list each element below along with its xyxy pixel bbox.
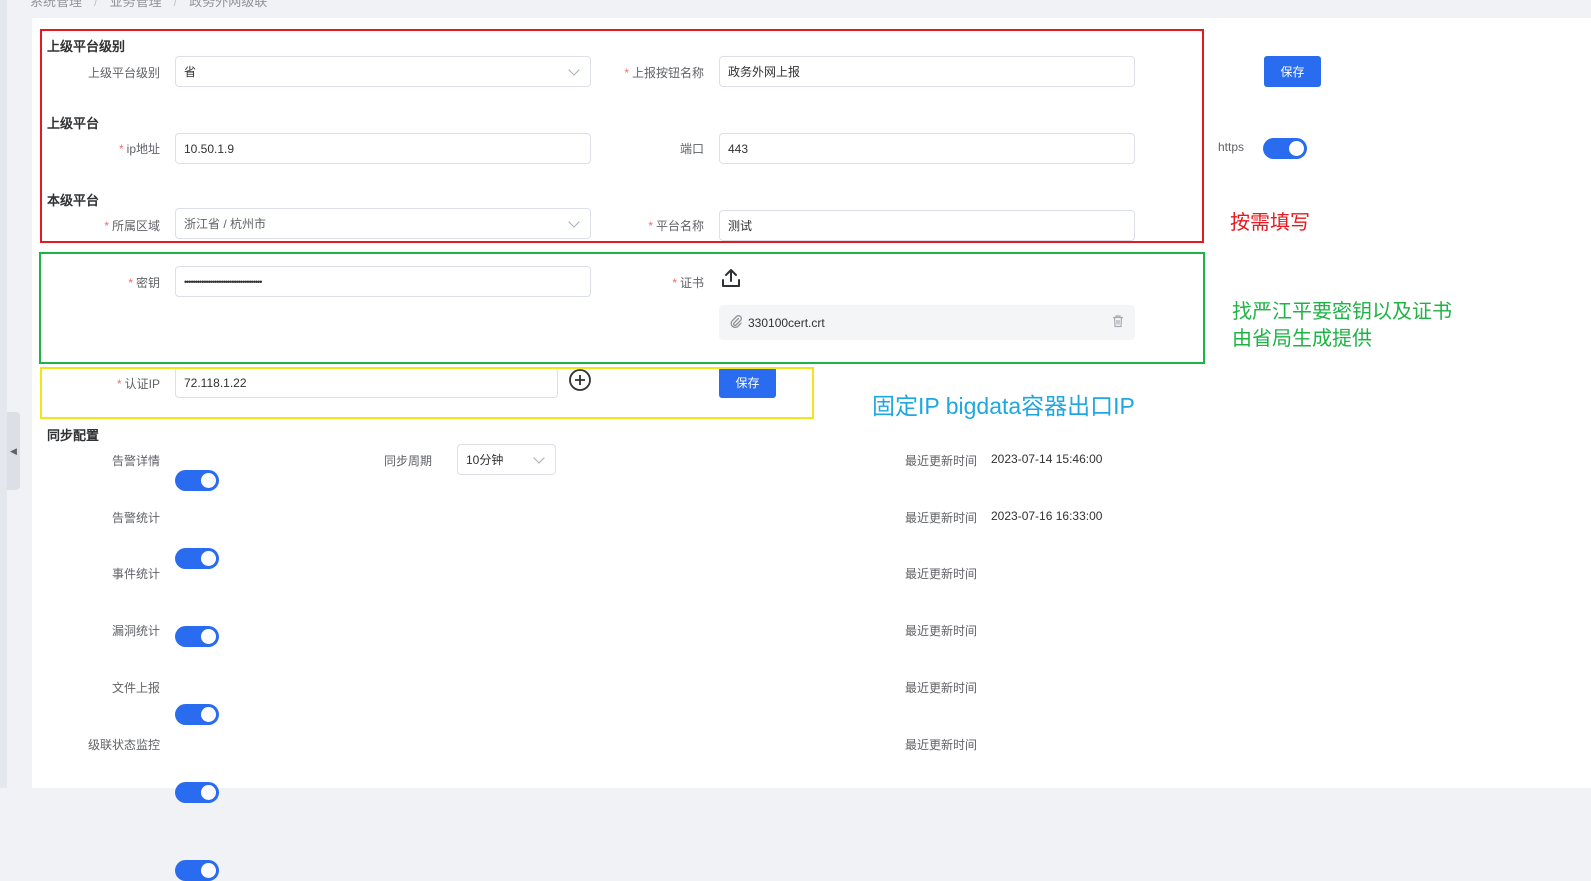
sync-item-label: 告警详情: [111, 454, 160, 468]
section-title-sync: 同步配置: [47, 428, 100, 443]
breadcrumb-item-system[interactable]: 系统管理: [30, 0, 82, 9]
sync-item-label: 事件统计: [111, 567, 160, 581]
last-update-label: 最近更新时间: [905, 567, 978, 581]
sync-toggle-file-report[interactable]: [175, 782, 219, 803]
annotation-box-red: [40, 29, 1204, 243]
breadcrumb: 系统管理 / 业务管理 / 政务外网级联: [30, 0, 267, 10]
sync-toggle-alert-stats[interactable]: [175, 548, 219, 569]
sync-item-label: 漏洞统计: [111, 624, 160, 638]
last-update-label: 最近更新时间: [905, 681, 978, 695]
sync-item-label: 级联状态监控: [87, 738, 160, 752]
sync-item-label: 告警统计: [111, 511, 160, 525]
sync-item-label: 文件上报: [111, 681, 160, 695]
chevron-down-icon: [533, 451, 545, 464]
sync-toggle-vuln-stats[interactable]: [175, 704, 219, 725]
sidebar-collapse-handle[interactable]: ◀: [7, 412, 20, 490]
sync-period-value: 10分钟: [466, 453, 504, 467]
collapse-arrow-icon: ◀: [10, 445, 17, 456]
last-update-value: 2023-07-16 16:33:00: [991, 509, 1103, 523]
https-label: https: [1218, 140, 1245, 154]
annotation-note-green-2: 由省局生成提供: [1232, 328, 1372, 350]
annotation-note-blue: 固定IP bigdata容器出口IP: [872, 393, 1135, 419]
breadcrumb-item-business[interactable]: 业务管理: [110, 0, 162, 9]
sidebar-strip: [0, 0, 7, 788]
annotation-box-yellow: [40, 367, 814, 419]
annotation-note-red: 按需填写: [1230, 212, 1310, 234]
https-toggle[interactable]: [1263, 138, 1307, 159]
last-update-value: 2023-07-14 15:46:00: [991, 452, 1103, 466]
annotation-note-green-1: 找严江平要密钥以及证书: [1232, 301, 1452, 323]
last-update-label: 最近更新时间: [905, 454, 978, 468]
sync-toggle-cascade-monitor[interactable]: [175, 860, 219, 881]
sync-toggle-event-stats[interactable]: [175, 626, 219, 647]
sync-toggle-alert-detail[interactable]: [175, 470, 219, 491]
sync-period-label: 同步周期: [383, 454, 432, 468]
breadcrumb-item-current: 政务外网级联: [189, 0, 268, 9]
last-update-label: 最近更新时间: [905, 511, 978, 525]
save-button[interactable]: 保存: [1264, 56, 1321, 87]
last-update-label: 最近更新时间: [905, 738, 978, 752]
sync-period-select[interactable]: 10分钟: [457, 444, 556, 475]
last-update-label: 最近更新时间: [905, 624, 978, 638]
annotation-box-green: [39, 252, 1205, 364]
